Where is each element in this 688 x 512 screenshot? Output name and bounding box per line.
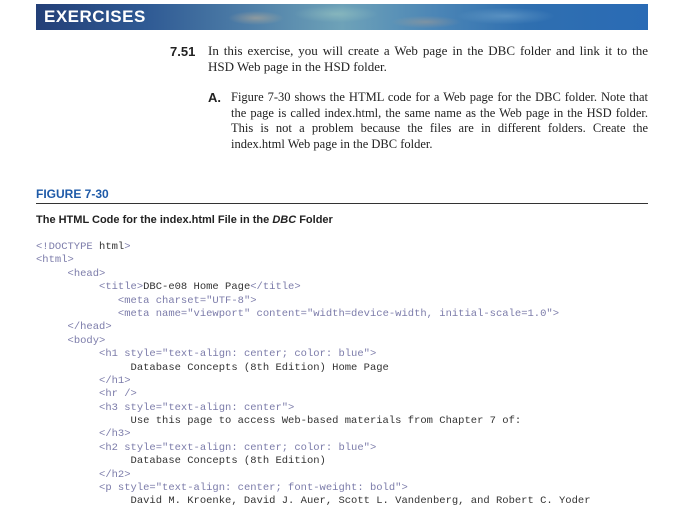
code-line: </h1> <box>36 375 676 388</box>
exercise-part-text: Figure 7-30 shows the HTML code for a We… <box>231 90 648 151</box>
figure-caption-suffix: Folder <box>296 214 333 226</box>
code-text: Use this page to access Web-based materi… <box>130 415 522 428</box>
code-text: html <box>99 241 125 253</box>
figure-label: FIGURE 7-30 <box>36 187 109 201</box>
code-line: <hr /> <box>36 388 676 401</box>
code-line: Use this page to access Web-based materi… <box>36 415 676 428</box>
code-line: <head> <box>36 268 676 281</box>
figure-caption: The HTML Code for the index.html File in… <box>36 214 333 226</box>
code-text: Database Concepts (8th Edition) Home Pag… <box>130 361 389 374</box>
code-markup: <h2 style="text-align: center; color: bl… <box>99 441 377 454</box>
code-markup: </head> <box>67 321 112 334</box>
code-line: <h3 style="text-align: center"> <box>36 402 676 415</box>
code-text: Database Concepts (8th Edition) <box>130 455 326 468</box>
code-markup: </h3> <box>99 428 131 441</box>
code-line: <h1 style="text-align: center; color: bl… <box>36 348 676 361</box>
code-line: <html> <box>36 254 676 267</box>
code-line: <meta charset="UTF-8"> <box>36 295 676 308</box>
exercise-number: 7.51 <box>170 44 196 59</box>
code-line: </head> <box>36 321 676 334</box>
code-markup: <p style="text-align: center; font-weigh… <box>99 482 408 495</box>
code-line: <!DOCTYPE html> <box>36 241 676 254</box>
code-text: David M. Kroenke, David J. Auer, Scott L… <box>130 495 591 508</box>
code-line: <p style="text-align: center; font-weigh… <box>36 482 676 495</box>
figure-caption-italic: DBC <box>272 214 297 226</box>
exercise-text: In this exercise, you will create a Web … <box>208 43 648 74</box>
code-markup: <body> <box>67 334 106 347</box>
code-text: DBC-e08 Home Page <box>143 281 251 294</box>
code-markup: <!DOCTYPE <box>36 241 100 253</box>
code-line: </h2> <box>36 469 676 482</box>
code-line: </h3> <box>36 428 676 441</box>
code-markup: <head> <box>67 267 106 280</box>
code-line: <h2 style="text-align: center; color: bl… <box>36 442 676 455</box>
figure-rule <box>36 203 648 204</box>
code-markup: </title> <box>250 281 301 294</box>
exercise-part-letter: A. <box>208 90 221 105</box>
figure-caption-prefix: The HTML Code for the index.html File in… <box>36 214 273 226</box>
code-line: <title>DBC-e08 Home Page</title> <box>36 281 676 294</box>
code-markup: > <box>124 241 131 253</box>
code-line: David M. Kroenke, David J. Auer, Scott L… <box>36 495 676 508</box>
banner-title: EXERCISES <box>44 7 146 26</box>
code-line: <body> <box>36 335 676 348</box>
exercises-banner: EXERCISES <box>36 4 648 30</box>
code-markup: <meta name="viewport" content="width=dev… <box>117 307 559 320</box>
code-line: Database Concepts (8th Edition) Home Pag… <box>36 362 676 375</box>
code-markup: <html> <box>36 254 74 267</box>
code-line: <meta name="viewport" content="width=dev… <box>36 308 676 321</box>
code-markup: </h1> <box>99 374 131 387</box>
code-markup: <meta charset="UTF-8"> <box>117 294 257 307</box>
code-line: Database Concepts (8th Edition) <box>36 455 676 468</box>
code-markup: </h2> <box>99 468 131 481</box>
code-markup: <hr /> <box>99 388 137 401</box>
code-markup: <title> <box>99 281 144 294</box>
code-markup: <h3 style="text-align: center"> <box>99 401 295 414</box>
html-code-listing: <!DOCTYPE html> <html> <head> <title>DBC-… <box>36 241 676 509</box>
code-markup: <h1 style="text-align: center; color: bl… <box>99 348 377 361</box>
